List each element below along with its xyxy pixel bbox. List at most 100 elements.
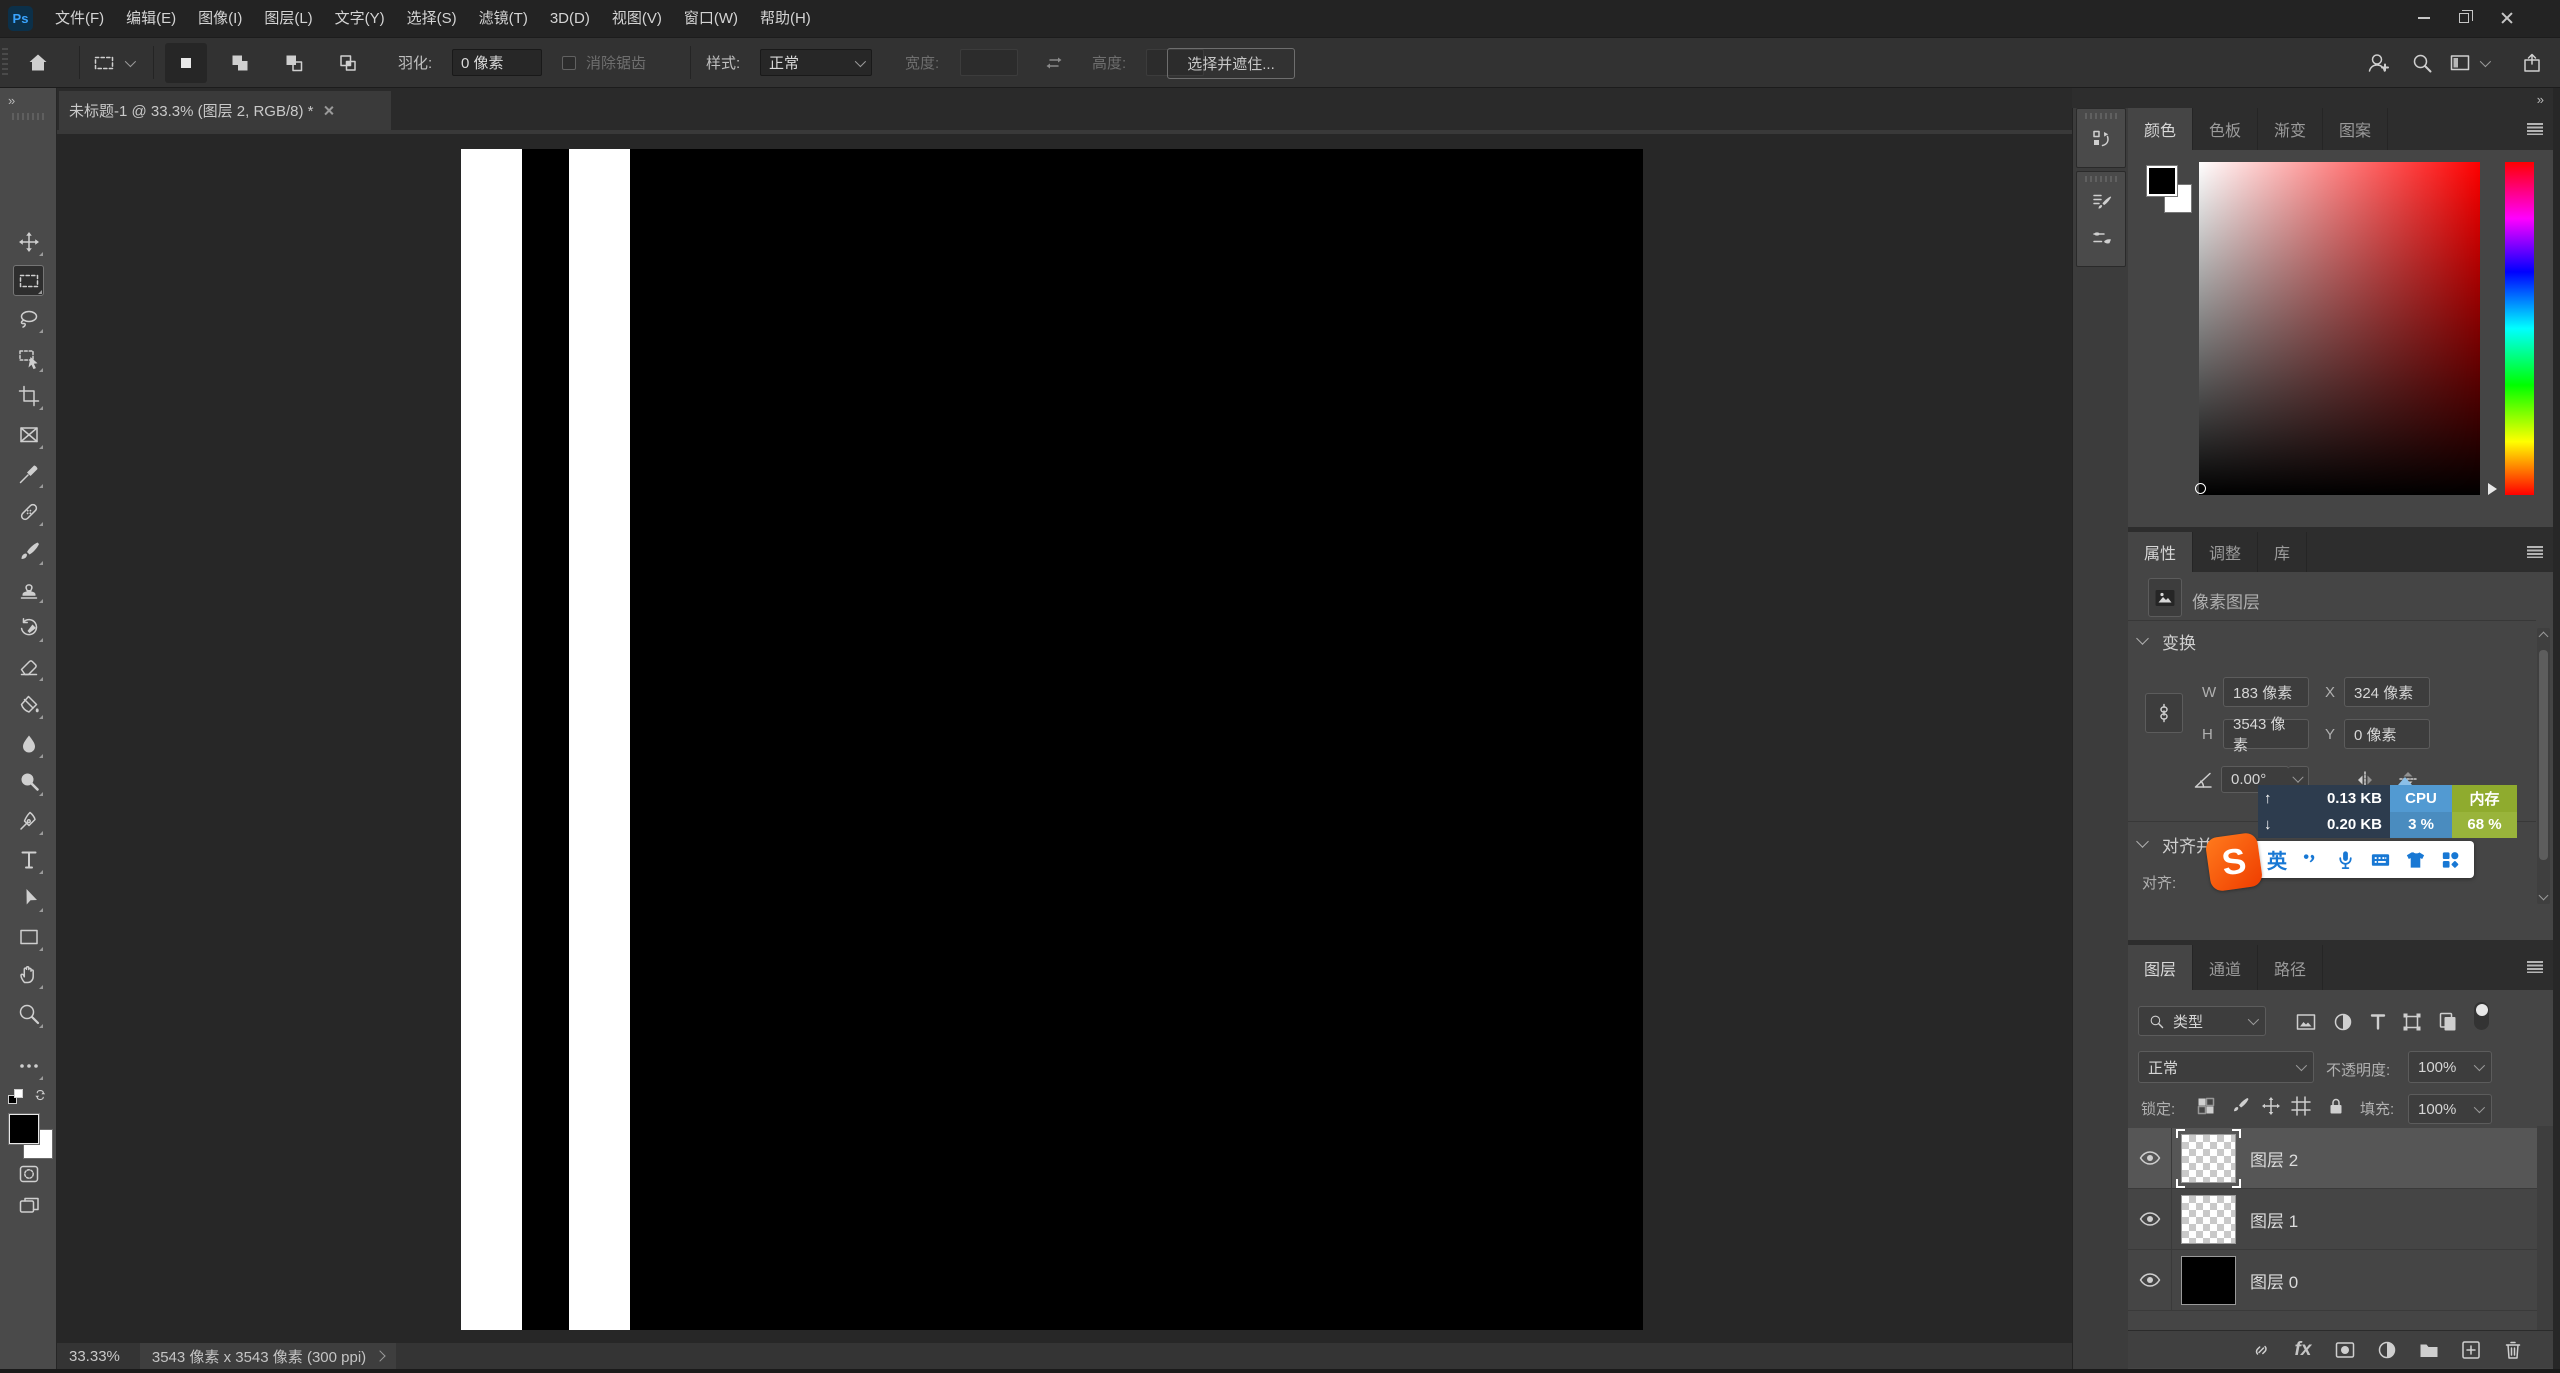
menu-edit[interactable]: 编辑(E): [115, 0, 187, 37]
layer-thumbnail[interactable]: [2181, 1256, 2236, 1305]
toolbox-grid-icon[interactable]: [2439, 848, 2462, 871]
tab-color-color[interactable]: 颜色: [2128, 108, 2193, 150]
pasteboard[interactable]: [57, 130, 2072, 1343]
menu-help[interactable]: 帮助(H): [749, 0, 822, 37]
lock-all-icon[interactable]: [2324, 1094, 2348, 1118]
add-selection-mode-button[interactable]: [219, 43, 261, 83]
account-button[interactable]: [2366, 38, 2390, 87]
properties-scrollbar[interactable]: [2537, 628, 2550, 904]
window-restore-button[interactable]: [2445, 0, 2483, 36]
layer-visibility-eye-icon[interactable]: [2138, 1207, 2162, 1231]
transform-section-chevron-icon[interactable]: [2136, 632, 2149, 645]
menu-layer[interactable]: 图层(L): [253, 0, 323, 37]
default-colors-widget[interactable]: [8, 1086, 50, 1108]
screen-mode-button[interactable]: [13, 1192, 44, 1220]
align-section-chevron-icon[interactable]: [2136, 835, 2149, 848]
microphone-icon[interactable]: [2334, 848, 2357, 871]
tool-rectangle[interactable]: [13, 921, 44, 952]
tool-eraser[interactable]: [13, 651, 44, 682]
menu-select[interactable]: 选择(S): [396, 0, 468, 37]
tool-lasso[interactable]: [13, 303, 44, 334]
tool-spot-healing[interactable]: [13, 496, 44, 527]
layer-visibility-eye-icon[interactable]: [2138, 1268, 2162, 1292]
y-value-input[interactable]: 0 像素: [2344, 719, 2430, 749]
scroll-up-icon[interactable]: [2539, 632, 2549, 642]
tool-brush[interactable]: [13, 535, 44, 566]
tool-gradient[interactable]: [13, 689, 44, 720]
document-tab[interactable]: 未标题-1 @ 33.3% (图层 2, RGB/8) *: [59, 91, 391, 130]
tool-pen[interactable]: [13, 805, 44, 836]
filter-shape-layers-icon[interactable]: [2399, 1009, 2425, 1035]
sogou-logo-icon[interactable]: S: [2204, 832, 2263, 893]
menu-filter[interactable]: 滤镜(T): [468, 0, 539, 37]
layer-name[interactable]: 图层 0: [2250, 1268, 2298, 1293]
foreground-color-swatch[interactable]: [9, 1114, 39, 1144]
tool-rect-marquee[interactable]: [13, 265, 44, 296]
tool-preset-picker[interactable]: [92, 38, 133, 87]
color-foreground-swatch[interactable]: [2147, 166, 2177, 196]
tab-color-patterns[interactable]: 图案: [2323, 108, 2388, 150]
swap-dimensions-icon[interactable]: [1042, 38, 1066, 87]
layer-row-layer-1[interactable]: 图层 1: [2128, 1189, 2553, 1250]
new-adjustment-icon[interactable]: [2375, 1338, 2399, 1362]
toolbar-collapse-button[interactable]: »: [8, 93, 16, 108]
history-panel-icon[interactable]: [2077, 121, 2127, 157]
blend-mode-select[interactable]: 正常: [2138, 1051, 2314, 1083]
menu-type[interactable]: 文字(Y): [324, 0, 396, 37]
hue-slider-arrow[interactable]: [2488, 483, 2497, 495]
share-button[interactable]: [2520, 38, 2544, 87]
tool-ellipsis[interactable]: [13, 1050, 44, 1081]
tab-props-libraries[interactable]: 库: [2258, 532, 2307, 572]
layer-thumbnail[interactable]: [2181, 1195, 2236, 1244]
new-selection-mode-button[interactable]: [165, 43, 207, 83]
link-dimensions-icon[interactable]: [2145, 693, 2183, 733]
tab-layers-channels[interactable]: 通道: [2193, 945, 2258, 990]
menu-window[interactable]: 窗口(W): [673, 0, 749, 37]
tool-blur[interactable]: [13, 728, 44, 759]
hue-slider[interactable]: [2505, 162, 2534, 495]
scrollbar-thumb[interactable]: [2539, 650, 2548, 860]
style-select[interactable]: 正常: [760, 49, 872, 76]
width-value-input[interactable]: 183 像素: [2223, 677, 2309, 707]
tool-path-select[interactable]: [13, 882, 44, 913]
skin-tshirt-icon[interactable]: [2404, 848, 2427, 871]
new-layer-icon[interactable]: [2459, 1338, 2483, 1362]
window-close-button[interactable]: [2483, 0, 2530, 36]
layer-row-layer-2[interactable]: 图层 2: [2128, 1128, 2553, 1189]
link-layers-icon[interactable]: [2249, 1338, 2273, 1362]
menu-view[interactable]: 视图(V): [601, 0, 673, 37]
tool-zoom[interactable]: [13, 998, 44, 1029]
dock-expand-button[interactable]: »: [2537, 92, 2545, 107]
document-dimensions-field[interactable]: 3543 像素 x 3543 像素 (300 ppi): [140, 1343, 396, 1369]
height-value-input[interactable]: 3543 像素: [2223, 719, 2309, 749]
tool-move[interactable]: [13, 226, 44, 257]
tool-history-brush[interactable]: [13, 612, 44, 643]
lock-image-icon[interactable]: [2228, 1094, 2252, 1118]
layer-name[interactable]: 图层 1: [2250, 1207, 2298, 1232]
ime-language-mode-button[interactable]: 英: [2267, 845, 2287, 874]
x-value-input[interactable]: 324 像素: [2344, 677, 2430, 707]
layers-panel-menu-icon[interactable]: [2527, 961, 2543, 973]
monitor-expand-arrow-icon[interactable]: [2398, 777, 2412, 785]
tool-object-select[interactable]: [13, 342, 44, 373]
color-picker-indicator[interactable]: [2195, 483, 2206, 494]
saturation-brightness-field[interactable]: [2199, 162, 2480, 495]
subtract-selection-mode-button[interactable]: [273, 43, 315, 83]
fill-input[interactable]: 100%: [2408, 1094, 2492, 1124]
menu-file[interactable]: 文件(F): [44, 0, 115, 37]
tab-color-swatches[interactable]: 色板: [2193, 108, 2258, 150]
tab-layers-paths[interactable]: 路径: [2258, 945, 2323, 990]
opacity-input[interactable]: 100%: [2408, 1051, 2492, 1083]
layer-filter-type-select[interactable]: 类型: [2138, 1006, 2266, 1036]
tool-hand[interactable]: [13, 959, 44, 990]
tool-type[interactable]: [13, 844, 44, 875]
layer-style-fx-icon[interactable]: fx: [2291, 1338, 2315, 1362]
layer-visibility-eye-icon[interactable]: [2138, 1146, 2162, 1170]
width-input[interactable]: [960, 49, 1018, 76]
tool-crop[interactable]: [13, 380, 44, 411]
window-minimize-button[interactable]: [2402, 0, 2445, 36]
tab-color-gradients[interactable]: 渐变: [2258, 108, 2323, 150]
layer-row-layer-0[interactable]: 图层 0: [2128, 1250, 2553, 1311]
new-group-icon[interactable]: [2417, 1338, 2441, 1362]
delete-layer-icon[interactable]: [2501, 1338, 2525, 1362]
